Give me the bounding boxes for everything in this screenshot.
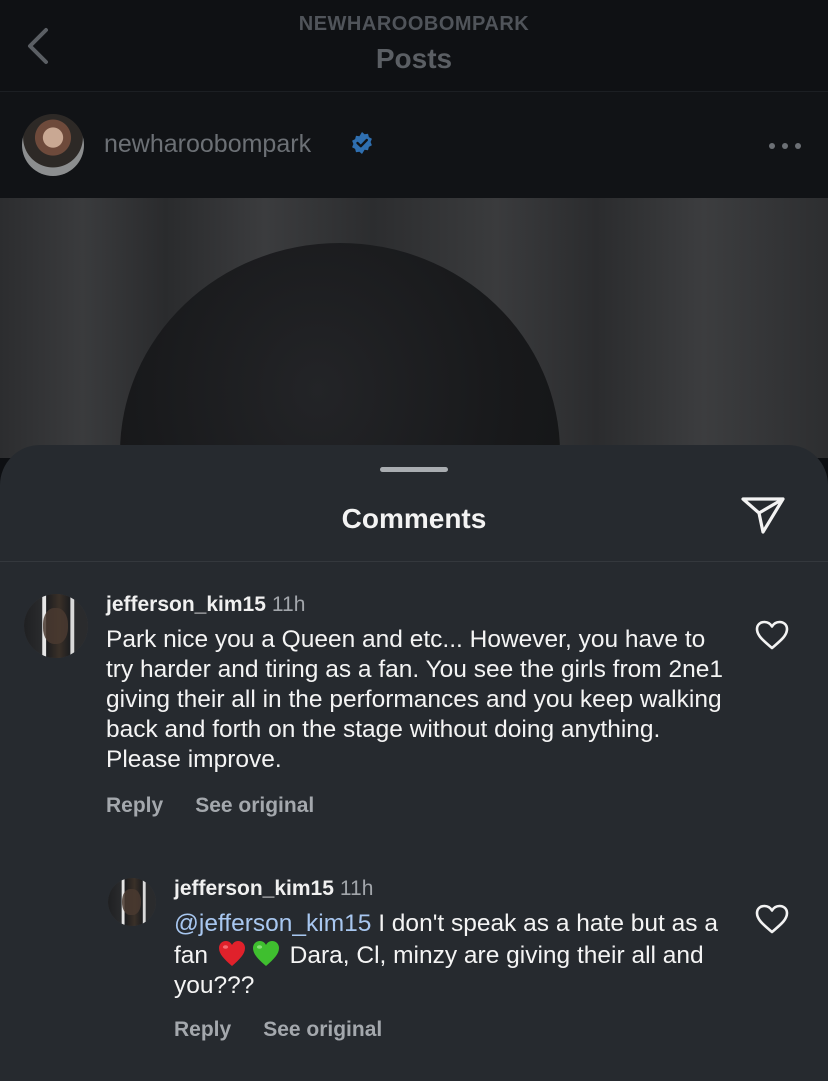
comment-actions: Reply See original (106, 794, 346, 818)
sheet-drag-handle[interactable] (380, 467, 448, 472)
post-username[interactable]: newharoobompark (104, 130, 311, 159)
comment-timestamp: 11h (271, 593, 306, 616)
comment-reply: jefferson_kim15 11h @jefferson_kim15 I do… (0, 445, 828, 1041)
see-original-button[interactable]: See original (263, 1018, 382, 1041)
reply-button[interactable]: Reply (174, 1018, 231, 1041)
send-icon[interactable] (740, 495, 786, 535)
green-heart-emoji (252, 941, 279, 966)
post-header: newharoobompark (0, 92, 828, 198)
comments-sheet: Comments jefferson_kim15 11h Park nice yo… (0, 445, 828, 1081)
post-image (0, 198, 828, 458)
see-original-button[interactable]: See original (195, 794, 314, 817)
divider (0, 561, 828, 562)
post-image-subject (120, 243, 560, 458)
heart-outline-icon[interactable] (755, 620, 789, 650)
comment-text: Park nice you a Queen and etc... However… (106, 626, 723, 773)
verified-badge-icon (352, 132, 372, 154)
reply-timestamp: 11h (339, 877, 374, 900)
red-heart-emoji (218, 941, 245, 966)
avatar[interactable] (22, 114, 84, 176)
page-title: Posts (375, 43, 453, 74)
account-handle: NEWHAROOBOMPARK (298, 13, 530, 35)
comment-username[interactable]: jefferson_kim15 11h (106, 593, 305, 617)
more-horizontal-icon[interactable] (768, 142, 802, 150)
reply-username[interactable]: jefferson_kim15 11h (174, 877, 373, 901)
reply-actions: Reply See original (174, 1018, 414, 1042)
comments-title: Comments (341, 503, 487, 534)
mention-link[interactable]: @jefferson_kim15 (174, 910, 371, 937)
reply-button[interactable]: Reply (106, 794, 163, 817)
heart-outline-icon[interactable] (755, 904, 789, 934)
avatar[interactable] (24, 594, 88, 658)
avatar[interactable] (108, 878, 156, 926)
top-navigation-bar: NEWHAROOBOMPARK Posts (0, 0, 828, 92)
reply-text: @jefferson_kim15 I don't speak as a hate… (174, 909, 734, 1001)
